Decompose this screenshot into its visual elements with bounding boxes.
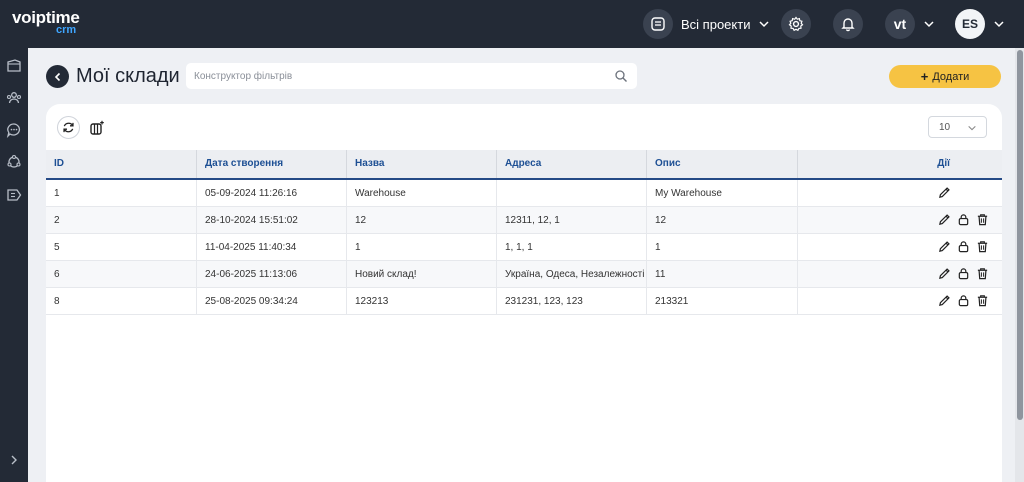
refresh-button[interactable] [57,116,80,139]
search-icon[interactable] [614,69,628,83]
add-button-label: Додати [932,70,970,83]
cell-address: Україна, Одеса, Незалежності [497,261,647,288]
cell-name: 1 [347,234,497,261]
table-row[interactable]: 6 24-06-2025 11:13:06 Новий склад! Україна,… [46,261,1002,288]
cell-description: My Warehouse [647,180,798,207]
page-size-select[interactable]: 10 [928,116,987,138]
cell-created: 05-09-2024 11:26:16 [197,180,347,207]
table-row[interactable]: 5 11-04-2025 11:40:34 1 1, 1, 11 [46,234,1002,261]
table-settings-icon [89,120,104,135]
tags-icon[interactable] [5,186,23,204]
chat-icon[interactable] [5,121,23,139]
cell-id: 5 [46,234,197,261]
table-row[interactable]: 8 25-08-2025 09:34:24 123213 231231, 123, 1… [46,288,1002,315]
cell-description: 213321 [647,288,798,315]
column-header-created[interactable]: Дата створення [197,150,347,178]
cell-address: 12311, 12, 1 [497,207,647,234]
chevron-down-icon [759,21,769,28]
expand-sidebar-icon[interactable] [5,451,23,469]
brand-badge-text: vt [893,16,907,32]
notifications-button[interactable] [833,9,863,39]
table-row[interactable]: 1 05-09-2024 11:26:16 Warehouse My Warehous… [46,180,1002,207]
sidebar [0,48,28,482]
logo-subtext: crm [56,24,77,36]
edit-icon[interactable] [937,212,951,226]
dashboard-icon[interactable] [5,57,23,75]
row-actions [937,185,951,201]
table-settings-button[interactable] [85,116,108,139]
cell-name: Новий склад! [347,261,497,288]
table-row[interactable]: 2 28-10-2024 15:51:02 12 12311, 12, 1 12 [46,207,1002,234]
cell-created: 28-10-2024 15:51:02 [197,207,347,234]
bell-icon [841,18,855,32]
trash-icon[interactable] [975,293,989,307]
add-button[interactable]: + Додати [889,65,1001,88]
trash-icon[interactable] [975,239,989,253]
scrollbar-thumb[interactable] [1017,50,1023,420]
cell-id: 2 [46,207,197,234]
top-bar: voiptime crm Всі проекти vt ES [0,0,1024,48]
settings-button[interactable] [781,9,811,39]
lock-icon[interactable] [956,212,970,226]
lock-icon[interactable] [956,293,970,307]
app-logo[interactable]: voiptime crm [12,9,80,36]
column-header-id[interactable]: ID [46,150,197,178]
lock-icon[interactable] [956,266,970,280]
gear-icon [788,16,804,32]
cell-created: 24-06-2025 11:13:06 [197,261,347,288]
refresh-icon [63,122,74,133]
cell-address: 231231, 123, 123 [497,288,647,315]
edit-icon[interactable] [937,185,951,199]
search-input[interactable] [186,63,606,89]
avatar: ES [955,9,985,39]
contacts-icon[interactable] [5,89,23,107]
plus-icon: + [920,69,929,84]
projects-icon [643,9,673,39]
user-menu[interactable]: ES [955,9,1005,39]
edit-icon[interactable] [937,293,951,307]
row-actions [937,212,989,228]
projects-label: Всі проекти [681,16,751,32]
column-header-actions: Дії [937,158,950,169]
cell-description: 12 [647,207,798,234]
cell-created: 11-04-2025 11:40:34 [197,234,347,261]
projects-dropdown[interactable]: Всі проекти [643,9,770,39]
cell-name: 123213 [347,288,497,315]
cell-name: 12 [347,207,497,234]
chevron-left-icon [54,72,60,81]
brand-badge: vt [885,9,915,39]
filter-search [186,63,637,89]
row-actions [937,293,989,309]
edit-icon[interactable] [937,239,951,253]
chevron-down-icon [968,125,976,131]
row-actions [937,266,989,282]
cell-address: 1, 1, 1 [497,234,647,261]
cell-description: 11 [647,261,798,288]
brand-switcher[interactable]: vt [885,9,935,39]
row-actions [937,239,989,255]
cell-id: 1 [46,180,197,207]
column-header-address[interactable]: Адреса [497,150,647,178]
table-header: ID Дата створення Назва Адреса Опис Дії [46,150,1002,180]
cell-description: 1 [647,234,798,261]
cell-created: 25-08-2025 09:34:24 [197,288,347,315]
cell-name: Warehouse [347,180,497,207]
trash-icon[interactable] [975,212,989,226]
back-button[interactable] [46,65,69,88]
cell-id: 8 [46,288,197,315]
cell-id: 6 [46,261,197,288]
page-title: Мої склади [76,65,180,87]
lock-icon[interactable] [956,239,970,253]
trash-icon[interactable] [975,266,989,280]
column-header-description[interactable]: Опис [647,150,798,178]
chevron-down-icon [924,21,934,28]
column-header-name[interactable]: Назва [347,150,497,178]
page-size-value: 10 [939,121,951,133]
edit-icon[interactable] [937,266,951,280]
integrations-icon[interactable] [5,153,23,171]
cell-address [497,180,647,207]
chevron-down-icon [994,21,1004,28]
